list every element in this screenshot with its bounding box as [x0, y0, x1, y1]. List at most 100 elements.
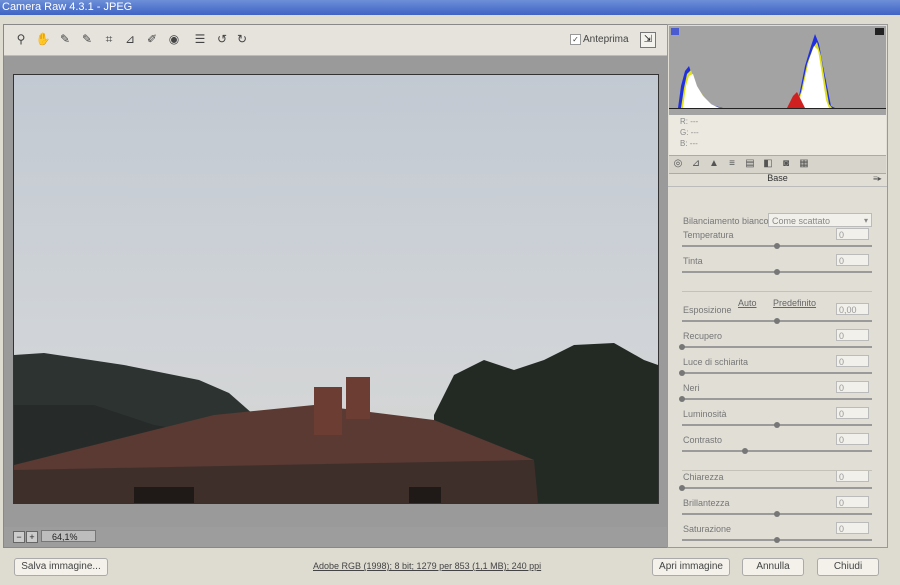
red-eye-tool-icon[interactable]: ◉: [166, 31, 182, 47]
tab-hsl-icon[interactable]: ≡: [725, 158, 739, 170]
settings-panel: R: --- G: --- B: --- ◎ ⊿ ▲ ≡ ▤ ◧ ◙ ▦ Bas…: [667, 24, 888, 548]
zoom-tool-icon[interactable]: ⚲: [13, 31, 29, 47]
slider-thumb[interactable]: [741, 448, 748, 454]
slider-value-field[interactable]: 0: [836, 470, 869, 482]
zoom-in-icon[interactable]: +: [26, 531, 38, 543]
slider-label: Neri: [683, 383, 700, 393]
image-area: ✓ Anteprima ⇲ ⚲ ✋ ✎ ✎ ⌗ ⊿ ✐ ◉ ☰ ↺ ↻ − + …: [3, 24, 669, 548]
white-balance-value: Come scattato: [772, 216, 831, 226]
tab-basic-icon[interactable]: ◎: [671, 158, 685, 170]
slider-label: Temperatura: [683, 230, 734, 240]
slider-thumb[interactable]: [774, 269, 780, 275]
zoom-out-icon[interactable]: −: [13, 531, 25, 543]
slider-value-field[interactable]: 0: [836, 522, 869, 534]
straighten-tool-icon[interactable]: ⊿: [122, 31, 138, 47]
tab-split-toning-icon[interactable]: ▤: [743, 158, 757, 170]
slider-value-field[interactable]: 0,00: [836, 303, 869, 315]
slider-track[interactable]: [682, 448, 872, 454]
slider-track[interactable]: [679, 485, 872, 491]
white-balance-tool-icon[interactable]: ✎: [57, 31, 73, 47]
slider-value-field[interactable]: 0: [836, 254, 869, 266]
separator: [682, 470, 872, 471]
blue-readout: B: ---: [680, 139, 698, 148]
slider-track[interactable]: [679, 370, 872, 376]
slider-label: Luce di schiarita: [683, 357, 749, 367]
slider-label: Saturazione: [683, 524, 732, 534]
slider-label: Recupero: [683, 331, 723, 341]
slider-thumb[interactable]: [774, 422, 780, 428]
default-link[interactable]: Predefinito: [773, 298, 816, 308]
save-image-button[interactable]: Salva immagine...: [14, 558, 108, 576]
slider-value-field[interactable]: 0: [836, 433, 869, 445]
slider-thumb[interactable]: [774, 537, 780, 543]
slider-value-field[interactable]: 0: [836, 355, 869, 367]
slider-label: Contrasto: [683, 435, 723, 445]
slider-track[interactable]: [679, 344, 872, 350]
preferences-icon[interactable]: ☰: [192, 31, 208, 47]
slider-label: Esposizione: [683, 305, 732, 315]
retouch-tool-icon[interactable]: ✐: [144, 31, 160, 47]
slider-thumb[interactable]: [679, 396, 685, 402]
slider-label: Luminosità: [683, 409, 727, 419]
slider-track[interactable]: [682, 243, 872, 249]
slider-value-field[interactable]: 0: [836, 329, 869, 341]
green-readout: G: ---: [680, 128, 699, 137]
panel-title: Base: [668, 173, 887, 187]
slider-thumb[interactable]: [774, 243, 780, 249]
slider-label: Brillantezza: [683, 498, 730, 508]
preview-checkbox[interactable]: ✓ Anteprima: [570, 34, 629, 45]
zoom-bar: − + 64,1%: [4, 527, 668, 547]
slider-thumb[interactable]: [679, 485, 685, 491]
tab-tone-curve-icon[interactable]: ⊿: [689, 158, 703, 170]
toolbar: ✓ Anteprima ⇲ ⚲ ✋ ✎ ✎ ⌗ ⊿ ✐ ◉ ☰ ↺ ↻: [4, 25, 668, 56]
slider-track[interactable]: [682, 422, 872, 428]
slider-label: Chiarezza: [683, 472, 724, 482]
histogram: [669, 26, 886, 115]
window-title: Camera Raw 4.3.1 - JPEG: [0, 0, 900, 15]
slider-thumb[interactable]: [679, 344, 685, 350]
rotate-right-icon[interactable]: ↻: [234, 31, 250, 47]
workflow-options-link[interactable]: Adobe RGB (1998); 8 bit; 1279 per 853 (1…: [313, 561, 541, 571]
slider-thumb[interactable]: [774, 318, 780, 324]
separator: [682, 291, 872, 292]
slider-value-field[interactable]: 0: [836, 381, 869, 393]
image-preview[interactable]: [13, 74, 659, 504]
auto-link[interactable]: Auto: [738, 298, 757, 308]
preview-label: Anteprima: [583, 34, 629, 46]
zoom-select[interactable]: 64,1%: [41, 530, 96, 542]
photo-landscape: [14, 75, 658, 503]
crop-tool-icon[interactable]: ⌗: [101, 31, 117, 47]
panel-tabs: ◎ ⊿ ▲ ≡ ▤ ◧ ◙ ▦: [669, 155, 886, 174]
slider-track[interactable]: [682, 537, 872, 543]
chevron-down-icon: ▾: [863, 216, 868, 225]
slider-thumb[interactable]: [679, 370, 685, 376]
red-readout: R: ---: [680, 117, 699, 126]
cancel-button[interactable]: Annulla: [742, 558, 804, 576]
tab-detail-icon[interactable]: ▲: [707, 158, 721, 170]
tab-camera-calibration-icon[interactable]: ◙: [779, 158, 793, 170]
slider-track[interactable]: [682, 269, 872, 275]
slider-track[interactable]: [682, 318, 872, 324]
slider-track[interactable]: [682, 511, 872, 517]
close-button[interactable]: Chiudi: [817, 558, 879, 576]
fullscreen-toggle-icon[interactable]: ⇲: [640, 32, 656, 48]
slider-track[interactable]: [679, 396, 872, 402]
tab-presets-icon[interactable]: ▦: [797, 158, 811, 170]
color-sampler-tool-icon[interactable]: ✎: [79, 31, 95, 47]
tab-lens-icon[interactable]: ◧: [761, 158, 775, 170]
hand-tool-icon[interactable]: ✋: [35, 31, 51, 47]
slider-label: Tinta: [683, 256, 703, 266]
preview-check-icon[interactable]: ✓: [570, 34, 581, 45]
slider-value-field[interactable]: 0: [836, 407, 869, 419]
slider-value-field[interactable]: 0: [836, 228, 869, 240]
open-image-button[interactable]: Apri immagine: [652, 558, 730, 576]
histogram-graph: [669, 26, 886, 115]
panel-menu-icon[interactable]: ≡▸: [873, 174, 882, 183]
dialog-body: ✓ Anteprima ⇲ ⚲ ✋ ✎ ✎ ⌗ ⊿ ✐ ◉ ☰ ↺ ↻ − + …: [0, 15, 900, 585]
rgb-readout: R: --- G: --- B: ---: [669, 115, 886, 155]
white-balance-label: Bilanciamento bianco:: [683, 216, 772, 226]
white-balance-select[interactable]: Come scattato ▾: [768, 213, 872, 227]
slider-value-field[interactable]: 0: [836, 496, 869, 508]
slider-thumb[interactable]: [774, 511, 780, 517]
rotate-left-icon[interactable]: ↺: [214, 31, 230, 47]
